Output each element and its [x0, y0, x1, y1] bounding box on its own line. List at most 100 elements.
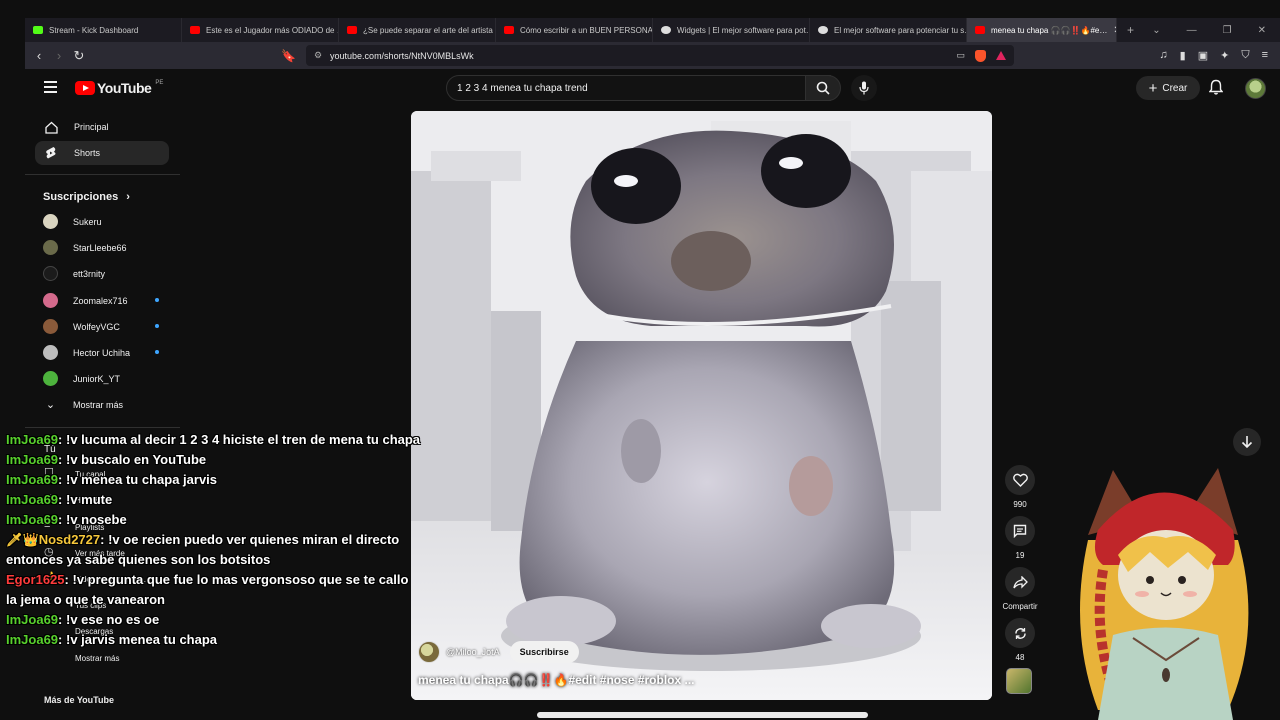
comment-icon — [1013, 524, 1027, 538]
leo-icon[interactable]: ✦ — [1220, 49, 1229, 62]
sidebar-subscription-ett3rnity[interactable]: ett3rnity — [43, 266, 163, 281]
search-input[interactable]: 1 2 3 4 menea tu chapa trend ✕ — [446, 75, 831, 101]
hamster-video-frame — [411, 111, 992, 700]
sidebar-subscription-wolfeyvgc[interactable]: WolfeyVGC — [43, 319, 163, 334]
search-query: 1 2 3 4 menea tu chapa trend — [457, 82, 588, 94]
new-tab-button[interactable]: + — [1117, 23, 1144, 37]
widget-favicon-icon — [661, 26, 671, 34]
wallet-icon[interactable]: ▣ — [1198, 49, 1208, 62]
next-short-button[interactable] — [1233, 428, 1261, 456]
chat-text: !v ese no es oe — [62, 612, 160, 627]
channel-handle[interactable]: @Miloo_JotA — [446, 647, 500, 657]
sidebar-subscription-juniork-yt[interactable]: JuniorK_YT — [43, 371, 163, 386]
chat-message: 🗡👑Nosd2727: !v oe recien puedo ver quien… — [6, 532, 400, 567]
sidebar-subscription-starlleebe66[interactable]: StarLleebe66 — [43, 240, 163, 255]
browser-tab[interactable]: Este es el Jugador más ODIADO de … — [182, 18, 339, 42]
reload-icon[interactable]: ↻ — [69, 48, 89, 64]
search-icon — [816, 81, 830, 95]
music-icon[interactable]: ♫ — [1159, 49, 1167, 62]
sidebar-subscription-zoomalex716[interactable]: Zoomalex716 — [43, 293, 163, 308]
youtube-play-icon — [75, 81, 95, 95]
chat-message: ImJoa69: !v lucuma al decir 1 2 3 4 hici… — [6, 432, 421, 447]
browser-tab-active[interactable]: menea tu chapa 🎧🎧‼️🔥#e…✕ — [967, 18, 1117, 42]
forward-icon[interactable]: › — [49, 48, 69, 63]
share-label: Compartir — [1002, 602, 1038, 611]
remix-button[interactable]: 48 — [1003, 618, 1037, 662]
chat-username: ImJoa69 — [6, 612, 59, 627]
channel-avatar — [43, 240, 58, 255]
share-icon — [1012, 575, 1028, 589]
microphone-icon — [859, 81, 869, 95]
brave-rewards-icon[interactable] — [995, 51, 1006, 60]
chat-message: ImJoa69: !v mute — [6, 492, 113, 507]
subscribe-button[interactable]: Suscribirse — [509, 641, 579, 663]
url-field[interactable]: ⚙ youtube.com/shorts/NtNV0MBLsWk ▭ — [305, 45, 1014, 66]
hamburger-menu-icon[interactable] — [44, 81, 57, 96]
sidebar-subscription-sukeru[interactable]: Sukeru — [43, 214, 163, 229]
url-text: youtube.com/shorts/NtNV0MBLsWk — [330, 50, 474, 61]
voice-search-button[interactable] — [851, 75, 877, 101]
channel-avatar — [43, 293, 58, 308]
short-channel-row: @Miloo_JotA Suscribirse — [418, 641, 579, 663]
sidebar-item-shorts[interactable]: Shorts — [35, 141, 169, 165]
share-button[interactable]: Compartir — [1000, 567, 1040, 611]
home-icon — [44, 120, 58, 134]
sidebar-icon[interactable]: ▮ — [1180, 49, 1186, 62]
browser-tab-bar: Stream - Kick Dashboard Este es el Jugad… — [25, 18, 1280, 42]
youtube-logo[interactable]: YouTube PE — [75, 80, 163, 96]
chat-username: ImJoa69 — [6, 432, 59, 447]
browser-tab[interactable]: El mejor software para potenciar tu s… — [810, 18, 967, 42]
browser-tab[interactable]: Stream - Kick Dashboard — [25, 18, 182, 42]
maximize-icon[interactable]: ❐ — [1223, 25, 1232, 36]
like-count: 990 — [1013, 500, 1027, 509]
chat-text: !v lucuma al decir 1 2 3 4 hiciste el tr… — [62, 432, 421, 447]
browser-tab[interactable]: Cómo escribir a un BUEN PERSONA… — [496, 18, 653, 42]
chat-username: ImJoa69 — [6, 452, 59, 467]
vpn-icon[interactable]: ⛉ — [1241, 49, 1249, 62]
browser-tab[interactable]: ¿Se puede separar el arte del artista — [339, 18, 496, 42]
plus-icon: + — [1148, 79, 1158, 97]
chevron-right-icon: › — [126, 191, 130, 203]
site-info-icon[interactable]: ⚙ — [314, 50, 322, 61]
minimize-icon[interactable]: — — [1187, 25, 1197, 36]
live-indicator — [155, 298, 159, 302]
scroll-indicator — [537, 712, 868, 718]
channel-avatar[interactable] — [418, 641, 440, 663]
close-window-icon[interactable]: ✕ — [1258, 25, 1266, 36]
cast-icon[interactable]: ▭ — [956, 50, 965, 61]
youtube-favicon-icon — [504, 26, 514, 34]
youtube-header: YouTube PE 1 2 3 4 menea tu chapa trend … — [25, 69, 1280, 109]
youtube-favicon-icon — [975, 26, 985, 34]
youtube-favicon-icon — [190, 26, 200, 34]
comments-button[interactable]: 19 — [1003, 516, 1037, 560]
account-avatar[interactable] — [1245, 78, 1266, 99]
sidebar-item-principal[interactable]: Principal — [35, 115, 169, 139]
tab-list-icon[interactable]: ⌄ — [1152, 25, 1160, 36]
chat-text: !v mute — [62, 492, 113, 507]
menu-icon[interactable]: ≡ — [1262, 49, 1268, 62]
bookmark-icon[interactable]: 🔖 — [281, 49, 296, 63]
sidebar-subscription-hector-uchiha[interactable]: Hector Uchiha — [43, 345, 163, 360]
chat-text: !v menea tu chapa jarvis — [62, 472, 218, 487]
browser-tab[interactable]: Widgets | El mejor software para pot… — [653, 18, 810, 42]
sidebar-show-more[interactable]: ⌄ Mostrar más — [43, 398, 163, 411]
short-caption[interactable]: menea tu chapa🎧🎧‼️🔥#edit #nose #roblox .… — [418, 673, 695, 687]
extensions-toolbar: ♫ ▮ ▣ ✦ ⛉ ≡ — [1159, 49, 1280, 62]
channel-avatar — [43, 345, 58, 360]
like-button[interactable]: 990 — [1003, 465, 1037, 509]
search-button[interactable] — [805, 75, 841, 101]
address-bar-row: ‹ › ↻ 🔖 ⚙ youtube.com/shorts/NtNV0MBLsWk… — [25, 42, 1280, 69]
shorts-video-player[interactable] — [411, 111, 992, 700]
notifications-bell-icon[interactable] — [1208, 79, 1224, 100]
brave-shields-icon[interactable] — [974, 49, 986, 62]
subscriptions-heading[interactable]: Suscripciones › — [43, 191, 130, 203]
sidebar-section-more-youtube: Más de YouTube — [44, 695, 115, 705]
comment-count: 19 — [1015, 551, 1025, 560]
sound-thumbnail[interactable] — [1006, 668, 1032, 694]
chat-text: !v nosebe — [62, 512, 127, 527]
vtuber-avatar — [1080, 468, 1249, 720]
back-icon[interactable]: ‹ — [29, 48, 49, 63]
create-button[interactable]: + Crear — [1136, 76, 1200, 100]
chat-message: Egor1625: !v pregunta que fue lo mas ver… — [6, 572, 409, 607]
youtube-favicon-icon — [347, 26, 357, 34]
